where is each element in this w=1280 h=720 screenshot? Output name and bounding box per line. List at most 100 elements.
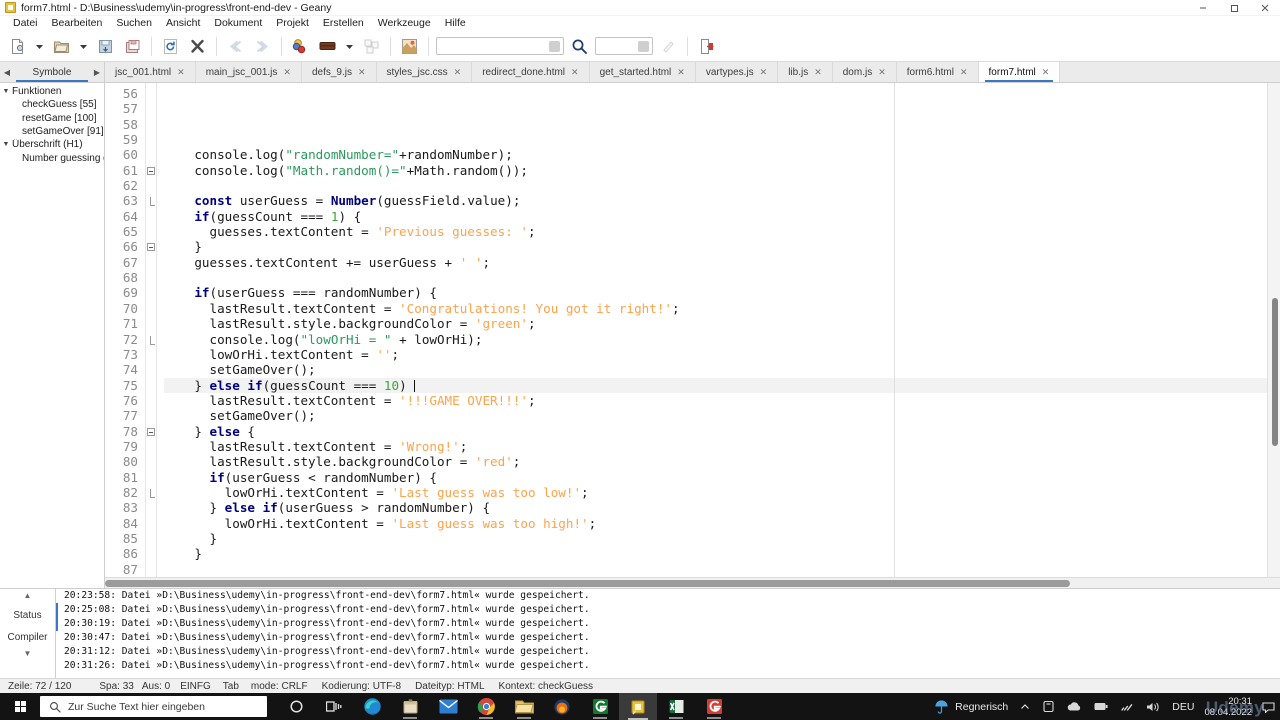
code-line[interactable]: if(userGuess === randomNumber) {: [164, 285, 1267, 300]
document-tab-close-icon[interactable]: ✕: [878, 67, 886, 78]
start-button[interactable]: [0, 693, 40, 720]
code-line[interactable]: const userGuess = Number(guessField.valu…: [164, 193, 1267, 208]
goto-line-input[interactable]: [595, 37, 653, 55]
weather-widget[interactable]: Regnerisch: [928, 693, 1014, 720]
menu-dokument[interactable]: Dokument: [207, 16, 269, 31]
document-tab[interactable]: defs_9.js ✕: [301, 62, 377, 82]
language-indicator[interactable]: DEU: [1166, 693, 1200, 720]
message-row[interactable]: 20:23:58: Datei »D:\Business\udemy\in-pr…: [56, 589, 1280, 603]
clock[interactable]: 20:31 08.04.2022: [1200, 696, 1260, 718]
symbol-tree-group[interactable]: ▼ Überschrift (H1): [0, 138, 104, 151]
save-button[interactable]: [92, 33, 119, 60]
chrome-icon[interactable]: [467, 693, 505, 720]
color-chooser-button[interactable]: [396, 33, 423, 60]
chevron-down-icon[interactable]: ▼: [0, 88, 12, 95]
open-file-button[interactable]: [48, 33, 75, 60]
code-line[interactable]: } else {: [164, 424, 1267, 439]
fold-toggle-icon[interactable]: [146, 424, 156, 439]
document-tab-close-icon[interactable]: ✕: [177, 67, 185, 78]
document-tab-close-icon[interactable]: ✕: [358, 67, 366, 78]
notification-center-icon[interactable]: [1260, 693, 1276, 720]
sidebar-tab-symbole[interactable]: ◀ Symbole ▶: [0, 62, 105, 82]
save-all-button[interactable]: [119, 33, 146, 60]
back-button[interactable]: [222, 33, 249, 60]
code-line[interactable]: }: [164, 239, 1267, 254]
cortana-icon[interactable]: [277, 693, 315, 720]
menu-projekt[interactable]: Projekt: [269, 16, 316, 31]
editor-vscrollbar-thumb[interactable]: [1272, 298, 1278, 446]
document-tab[interactable]: form6.html ✕: [896, 62, 979, 82]
document-tab-close-icon[interactable]: ✕: [283, 67, 291, 78]
fold-toggle-icon[interactable]: [146, 163, 156, 178]
menu-datei[interactable]: Datei: [6, 16, 45, 31]
sidebar-next-arrow[interactable]: ▶: [90, 68, 104, 77]
code-line[interactable]: setGameOver();: [164, 408, 1267, 423]
code-line[interactable]: if(guessCount === 1) {: [164, 209, 1267, 224]
reload-button[interactable]: [157, 33, 184, 60]
edge-icon[interactable]: [353, 693, 391, 720]
excel-icon[interactable]: [657, 693, 695, 720]
quit-button[interactable]: [693, 33, 720, 60]
code-line[interactable]: [164, 132, 1267, 147]
document-tab-close-icon[interactable]: ✕: [960, 67, 968, 78]
build-dropdown[interactable]: [341, 33, 358, 60]
fold-margin[interactable]: [145, 83, 157, 577]
firefox-icon[interactable]: [543, 693, 581, 720]
code-line[interactable]: guesses.textContent = 'Previous guesses:…: [164, 224, 1267, 239]
menu-ansicht[interactable]: Ansicht: [159, 16, 207, 31]
open-file-dropdown[interactable]: [75, 33, 92, 60]
message-list[interactable]: 20:23:58: Datei »D:\Business\udemy\in-pr…: [56, 589, 1280, 678]
search-button[interactable]: [566, 33, 593, 60]
message-scroll-up-arrow[interactable]: ▲: [24, 591, 32, 605]
editor-hscrollbar[interactable]: [105, 577, 1280, 588]
code-line[interactable]: [164, 178, 1267, 193]
network-icon[interactable]: [1114, 693, 1140, 720]
new-file-button[interactable]: [4, 33, 31, 60]
geany-green-icon[interactable]: [581, 693, 619, 720]
document-tab[interactable]: lib.js ✕: [778, 62, 833, 82]
volume-icon[interactable]: [1140, 693, 1166, 720]
document-tab[interactable]: form7.html ✕: [978, 62, 1061, 82]
document-tab[interactable]: vartypes.js ✕: [695, 62, 779, 82]
code-line[interactable]: lastResult.style.backgroundColor = 'red'…: [164, 454, 1267, 469]
menu-hilfe[interactable]: Hilfe: [438, 16, 473, 31]
code-line[interactable]: lowOrHi.textContent = '';: [164, 347, 1267, 362]
document-tab[interactable]: dom.js ✕: [832, 62, 897, 82]
code-line[interactable]: if(userGuess < randomNumber) {: [164, 470, 1267, 485]
run-button[interactable]: [358, 33, 385, 60]
code-line[interactable]: lowOrHi.textContent = 'Last guess was to…: [164, 516, 1267, 531]
document-tab-close-icon[interactable]: ✕: [1042, 67, 1050, 78]
message-row[interactable]: 20:30:19: Datei »D:\Business\udemy\in-pr…: [56, 617, 1280, 631]
maximize-button[interactable]: [1218, 0, 1249, 16]
symbol-tree-item[interactable]: setGameOver [91]: [0, 125, 104, 138]
code-line[interactable]: console.log("lowOrHi = " + lowOrHi);: [164, 332, 1267, 347]
compile-button[interactable]: [287, 33, 314, 60]
code-line[interactable]: [164, 562, 1267, 577]
symbol-tree-item[interactable]: checkGuess [55]: [0, 98, 104, 111]
fold-toggle-icon[interactable]: [146, 239, 156, 254]
code-line[interactable]: lastResult.textContent = '!!!GAME OVER!!…: [164, 393, 1267, 408]
message-row[interactable]: 20:31:26: Datei »D:\Business\udemy\in-pr…: [56, 659, 1280, 673]
geany-active-icon[interactable]: [619, 693, 657, 720]
code-text[interactable]: console.log("randomNumber="+randomNumber…: [157, 83, 1267, 577]
chevron-up-icon[interactable]: [1014, 693, 1036, 720]
menu-suchen[interactable]: Suchen: [109, 16, 159, 31]
bluetooth-icon[interactable]: [1088, 693, 1114, 720]
onedrive-icon[interactable]: [1036, 693, 1061, 720]
code-line[interactable]: lowOrHi.textContent = 'Last guess was to…: [164, 485, 1267, 500]
taskbar-search-input[interactable]: Zur Suche Text hier eingeben: [40, 696, 267, 717]
mail-icon[interactable]: [429, 693, 467, 720]
message-tab-status[interactable]: Status: [13, 605, 41, 627]
menu-bearbeiten[interactable]: Bearbeiten: [45, 16, 110, 31]
code-line[interactable]: }: [164, 546, 1267, 561]
editor-vscrollbar[interactable]: [1267, 83, 1280, 577]
minimize-button[interactable]: [1187, 0, 1218, 16]
code-line[interactable]: }: [164, 531, 1267, 546]
document-tab[interactable]: get_started.html ✕: [589, 62, 696, 82]
message-scroll-down-arrow[interactable]: ▼: [24, 649, 32, 663]
store-icon[interactable]: [391, 693, 429, 720]
document-tab-close-icon[interactable]: ✕: [571, 67, 579, 78]
menu-werkzeuge[interactable]: Werkzeuge: [371, 16, 438, 31]
message-tab-compiler[interactable]: Compiler: [7, 627, 47, 649]
close-file-button[interactable]: [184, 33, 211, 60]
